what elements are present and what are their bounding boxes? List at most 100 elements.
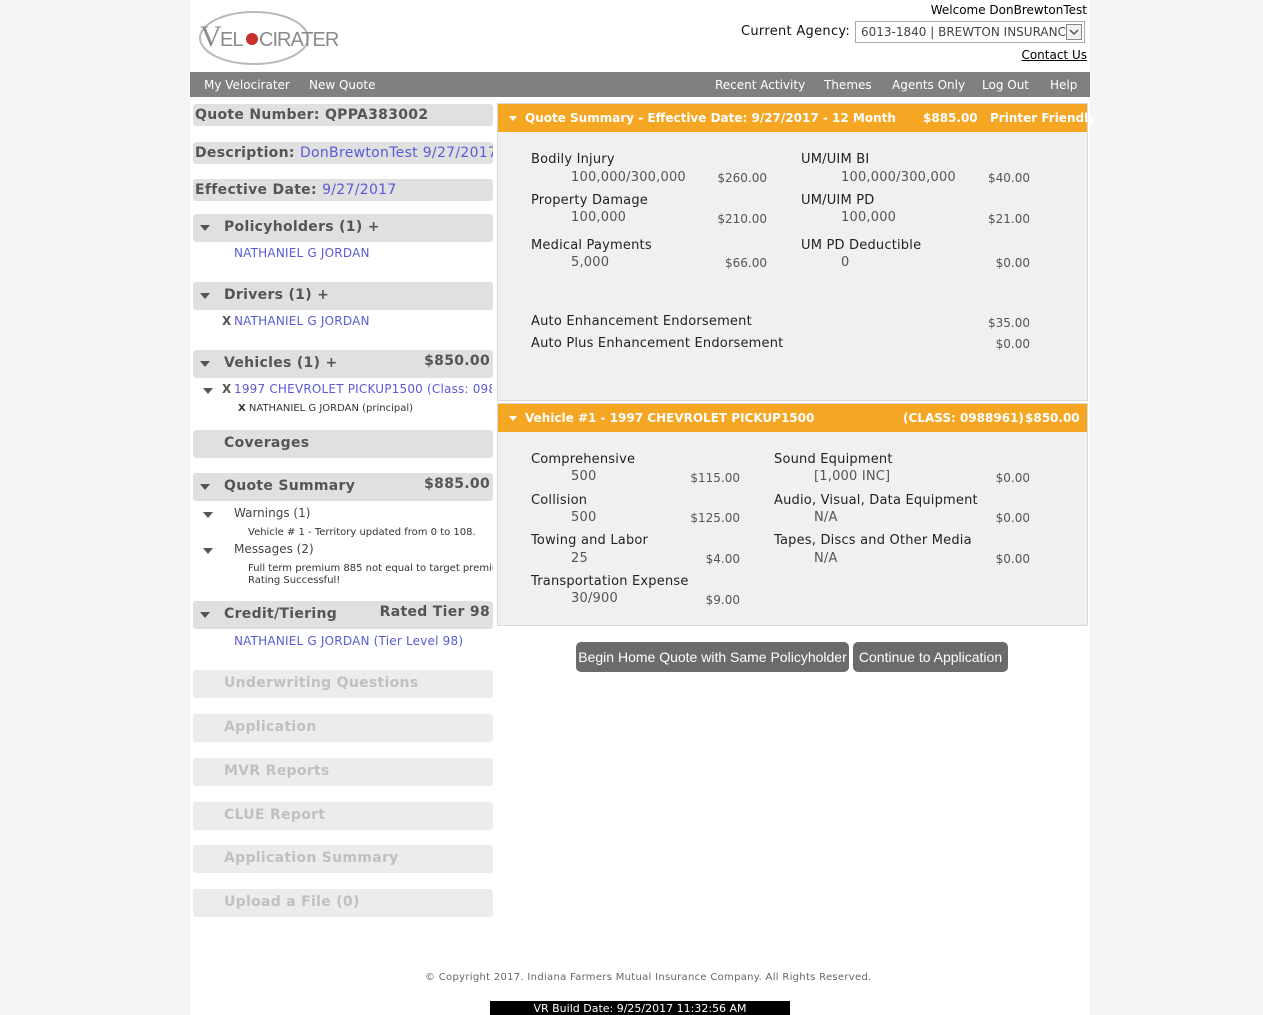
endorsement-title: Auto Enhancement Endorsement: [531, 314, 752, 329]
tier-level-link[interactable]: NATHANIEL G JORDAN (Tier Level 98): [234, 634, 463, 648]
coverage-limit: 25: [571, 551, 588, 566]
drivers-label[interactable]: Drivers (1) +: [224, 287, 329, 303]
agency-label: Current Agency:: [741, 24, 851, 39]
begin-home-quote-button[interactable]: Begin Home Quote with Same Policyholder: [576, 642, 849, 672]
collapse-triangle-icon[interactable]: [200, 484, 210, 490]
collapse-triangle-icon[interactable]: [203, 548, 213, 554]
collapse-triangle-icon[interactable]: [203, 388, 213, 394]
section-label: CLUE Report: [224, 807, 326, 823]
collapse-triangle-icon[interactable]: [200, 293, 210, 299]
credit-tiering-section[interactable]: Credit/Tiering Rated Tier 98: [193, 601, 493, 629]
coverage-premium: $9.00: [705, 593, 740, 607]
coverage-title: Comprehensive: [531, 452, 636, 467]
velocirater-logo[interactable]: V EL CIRATER: [196, 2, 338, 70]
remove-driver-icon[interactable]: X: [222, 314, 231, 328]
quote-summary-amount: $885.00: [424, 476, 490, 492]
warning-text: Vehicle # 1 - Territory updated from 0 t…: [248, 527, 476, 538]
application-summary-section: Application Summary: [193, 845, 493, 873]
driver-link[interactable]: NATHANIEL G JORDAN: [234, 314, 370, 328]
coverage-premium: $0.00: [995, 511, 1030, 525]
vehicle-header[interactable]: Vehicle #1 - 1997 CHEVROLET PICKUP1500 (…: [498, 404, 1087, 432]
warnings-label[interactable]: Warnings (1): [234, 506, 310, 520]
agency-select[interactable]: 6013-1840 | BREWTON INSURANCE: [855, 21, 1085, 43]
nav-help[interactable]: Help: [1050, 78, 1077, 92]
nav-new-quote[interactable]: New Quote: [309, 78, 375, 92]
policyholders-section[interactable]: Policyholders (1) +: [193, 214, 493, 242]
underwriting-questions-section: Underwriting Questions: [193, 670, 493, 698]
effective-date-value[interactable]: 9/27/2017: [322, 182, 396, 198]
agency-value: 6013-1840 | BREWTON INSURANCE: [861, 25, 1074, 39]
coverage-limit: 500: [571, 469, 597, 484]
nav-recent-activity[interactable]: Recent Activity: [715, 78, 805, 92]
collapse-triangle-icon[interactable]: [200, 612, 210, 618]
coverage-premium: $0.00: [995, 256, 1030, 270]
messages-label[interactable]: Messages (2): [234, 542, 314, 556]
coverage-title: Sound Equipment: [774, 452, 893, 467]
copyright-text: © Copyright 2017. Indiana Farmers Mutual…: [425, 972, 872, 983]
quote-number-label: Quote Number:: [195, 107, 320, 123]
collapse-triangle-icon[interactable]: [200, 225, 210, 231]
chevron-down-icon[interactable]: [1066, 24, 1082, 40]
nav-agents-only[interactable]: Agents Only: [892, 78, 965, 92]
message-text-2: Rating Successful!: [248, 575, 341, 586]
vehicle-link[interactable]: 1997 CHEVROLET PICKUP1500 (Class: 0988..…: [234, 382, 492, 396]
vehicles-label[interactable]: Vehicles (1) +: [224, 355, 337, 371]
quote-summary-total: $885.00: [923, 111, 978, 125]
remove-vehicle-icon[interactable]: X: [222, 382, 231, 396]
coverage-limit: 100,000/300,000: [571, 170, 686, 185]
remove-vehicle-driver-icon[interactable]: X: [238, 403, 246, 414]
svg-text:EL: EL: [220, 29, 243, 51]
application-section: Application: [193, 714, 493, 742]
collapse-triangle-icon[interactable]: [203, 512, 213, 518]
collapse-triangle-icon[interactable]: [509, 116, 517, 121]
description-label: Description:: [195, 145, 295, 161]
vehicles-amount: $850.00: [424, 353, 490, 369]
nav-my-velocirater[interactable]: My Velocirater: [204, 78, 290, 92]
collapse-triangle-icon[interactable]: [509, 416, 517, 421]
contact-us-link[interactable]: Contact Us: [1021, 48, 1087, 62]
credit-tiering-label[interactable]: Credit/Tiering: [224, 606, 337, 622]
coverages-label[interactable]: Coverages: [224, 435, 309, 451]
coverage-limit: 500: [571, 510, 597, 525]
policyholder-link[interactable]: NATHANIEL G JORDAN: [234, 246, 370, 260]
coverage-limit: 100,000: [571, 210, 627, 225]
policyholders-label[interactable]: Policyholders (1) +: [224, 219, 380, 235]
coverage-title: UM PD Deductible: [801, 238, 922, 253]
coverage-title: Tapes, Discs and Other Media: [774, 533, 972, 548]
coverage-title: Property Damage: [531, 193, 648, 208]
upload-file-section: Upload a File (0): [193, 889, 493, 917]
nav-themes[interactable]: Themes: [824, 78, 872, 92]
coverage-premium: $115.00: [690, 471, 740, 485]
collapse-triangle-icon[interactable]: [200, 361, 210, 367]
coverage-limit: 0: [841, 255, 850, 270]
quote-summary-section[interactable]: Quote Summary $885.00: [193, 473, 493, 501]
quote-number-field: Quote Number: QPPA383002: [193, 104, 493, 126]
vehicle-title: Vehicle #1 - 1997 CHEVROLET PICKUP1500: [525, 411, 815, 425]
quote-summary-label[interactable]: Quote Summary: [224, 478, 355, 494]
coverage-title: Medical Payments: [531, 238, 652, 253]
coverage-limit: [1,000 INC]: [814, 469, 891, 484]
nav-log-out[interactable]: Log Out: [982, 78, 1029, 92]
printer-friendly-link[interactable]: Printer Friendly: [990, 111, 1096, 125]
vehicles-section[interactable]: Vehicles (1) + $850.00: [193, 350, 493, 378]
section-label: MVR Reports: [224, 763, 330, 779]
effective-date-label: Effective Date:: [195, 182, 317, 198]
coverage-premium: $21.00: [988, 212, 1030, 226]
coverage-limit: N/A: [814, 551, 838, 566]
description-field[interactable]: Description: DonBrewtonTest 9/27/2017...: [193, 142, 493, 164]
welcome-text: Welcome DonBrewtonTest: [930, 3, 1087, 17]
page: V EL CIRATER Welcome DonBrewtonTest Curr…: [190, 0, 1096, 1015]
clue-report-section: CLUE Report: [193, 802, 493, 830]
continue-to-application-button[interactable]: Continue to Application: [853, 642, 1008, 672]
endorsement-premium: $0.00: [995, 337, 1030, 351]
coverage-limit: 30/900: [571, 591, 618, 606]
effective-date-field[interactable]: Effective Date: 9/27/2017: [193, 179, 493, 201]
coverages-section[interactable]: Coverages: [193, 430, 493, 458]
description-value[interactable]: DonBrewtonTest 9/27/2017...: [300, 145, 493, 161]
drivers-section[interactable]: Drivers (1) +: [193, 282, 493, 310]
coverage-title: UM/UIM BI: [801, 152, 870, 167]
quote-summary-header[interactable]: Quote Summary - Effective Date: 9/27/201…: [498, 104, 1096, 132]
endorsement-premium: $35.00: [988, 316, 1030, 330]
vehicle-class: (CLASS: 0988961): [903, 411, 1024, 425]
vehicle-total: $850.00: [1025, 411, 1080, 425]
